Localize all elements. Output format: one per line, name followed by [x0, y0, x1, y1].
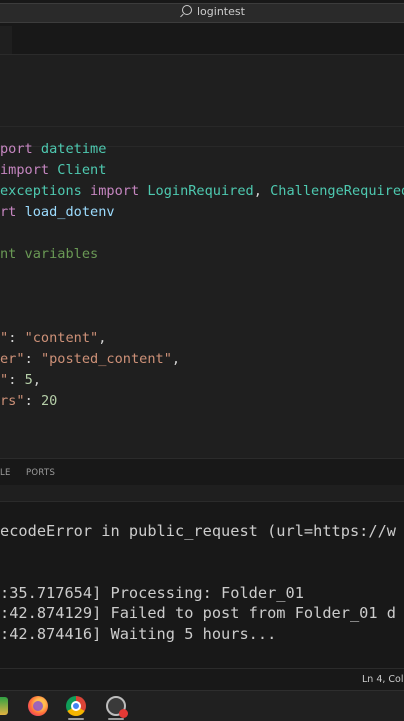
panel-tabs: LE PORTS	[0, 459, 404, 485]
editor-tab-bar	[0, 26, 404, 55]
code-token: "	[0, 330, 9, 346]
code-token: datetime	[40, 141, 107, 157]
code-token: import	[0, 162, 58, 178]
tab-ports[interactable]: PORTS	[26, 468, 55, 478]
code-token: :	[8, 372, 25, 388]
terminal-output[interactable]: ecodeError in public_request (url=https:…	[0, 521, 396, 644]
editor-tab-active[interactable]	[0, 26, 12, 54]
code-token: Client	[57, 162, 107, 178]
tab-terminal-partial[interactable]: LE	[0, 468, 11, 478]
code-token: 20	[40, 393, 58, 409]
terminal-line: :42.874129] Failed to post from Folder_0…	[0, 604, 397, 622]
code-token: nt variables	[0, 246, 99, 262]
app-icon[interactable]	[0, 697, 8, 715]
code-line: exceptions import LoginRequired, Challen…	[0, 181, 404, 202]
terminal-line: :35.717654] Processing: Folder_01	[0, 583, 304, 602]
code-token: LoginRequired	[147, 183, 254, 199]
code-token: ,	[98, 330, 107, 346]
firefox-icon[interactable]	[28, 696, 48, 716]
code-token: :	[8, 330, 25, 346]
code-token: ,	[253, 183, 271, 199]
code-line: rt load_dotenv	[0, 202, 404, 223]
code-token: exceptions	[0, 183, 91, 199]
code-token: rs"	[0, 393, 25, 409]
terminal-line: :42.874416] Waiting 5 hours...	[0, 624, 277, 643]
code-line: ": "content",	[0, 328, 404, 349]
code-token: rt	[0, 204, 25, 220]
obs-icon[interactable]	[106, 696, 128, 718]
code-token: load_dotenv	[24, 204, 115, 220]
bottom-panel: LE PORTS ecodeError in public_request (u…	[0, 458, 404, 669]
code-editor[interactable]: port datetime import Client exceptions imp…	[0, 55, 404, 458]
code-token: "	[0, 372, 9, 388]
code-token: 5	[24, 372, 33, 388]
workspace-name: logintest	[197, 5, 245, 18]
code-token: port	[0, 141, 41, 157]
code-line: import Client	[0, 160, 404, 181]
command-center-label[interactable]: logintest	[182, 5, 245, 18]
code-line: rs": 20	[0, 391, 404, 412]
code-token: "posted_content"	[40, 351, 172, 367]
code-lines: port datetime import Client exceptions imp…	[0, 55, 404, 412]
code-token: :	[24, 393, 41, 409]
cursor-position[interactable]: Ln 4, Col 3	[362, 674, 404, 685]
chrome-icon[interactable]	[66, 696, 86, 716]
code-token: ,	[32, 372, 41, 388]
code-line: ": 5,	[0, 370, 404, 391]
code-token: ChallengeRequired	[270, 183, 404, 199]
status-bar: Ln 4, Col 3	[0, 668, 404, 691]
code-token: :	[24, 351, 41, 367]
search-icon	[182, 5, 192, 15]
code-line: nt variables	[0, 244, 404, 265]
code-token: "content"	[24, 330, 99, 346]
code-token: er"	[0, 351, 25, 367]
code-line: port datetime	[0, 139, 404, 160]
terminal-toolbar	[0, 485, 404, 502]
terminal-line: ecodeError in public_request (url=https:…	[0, 522, 397, 540]
code-line: er": "posted_content",	[0, 349, 404, 370]
title-bar: logintest	[0, 0, 404, 26]
code-token: ,	[171, 351, 181, 367]
taskbar	[0, 690, 404, 721]
code-token: import	[90, 183, 148, 199]
